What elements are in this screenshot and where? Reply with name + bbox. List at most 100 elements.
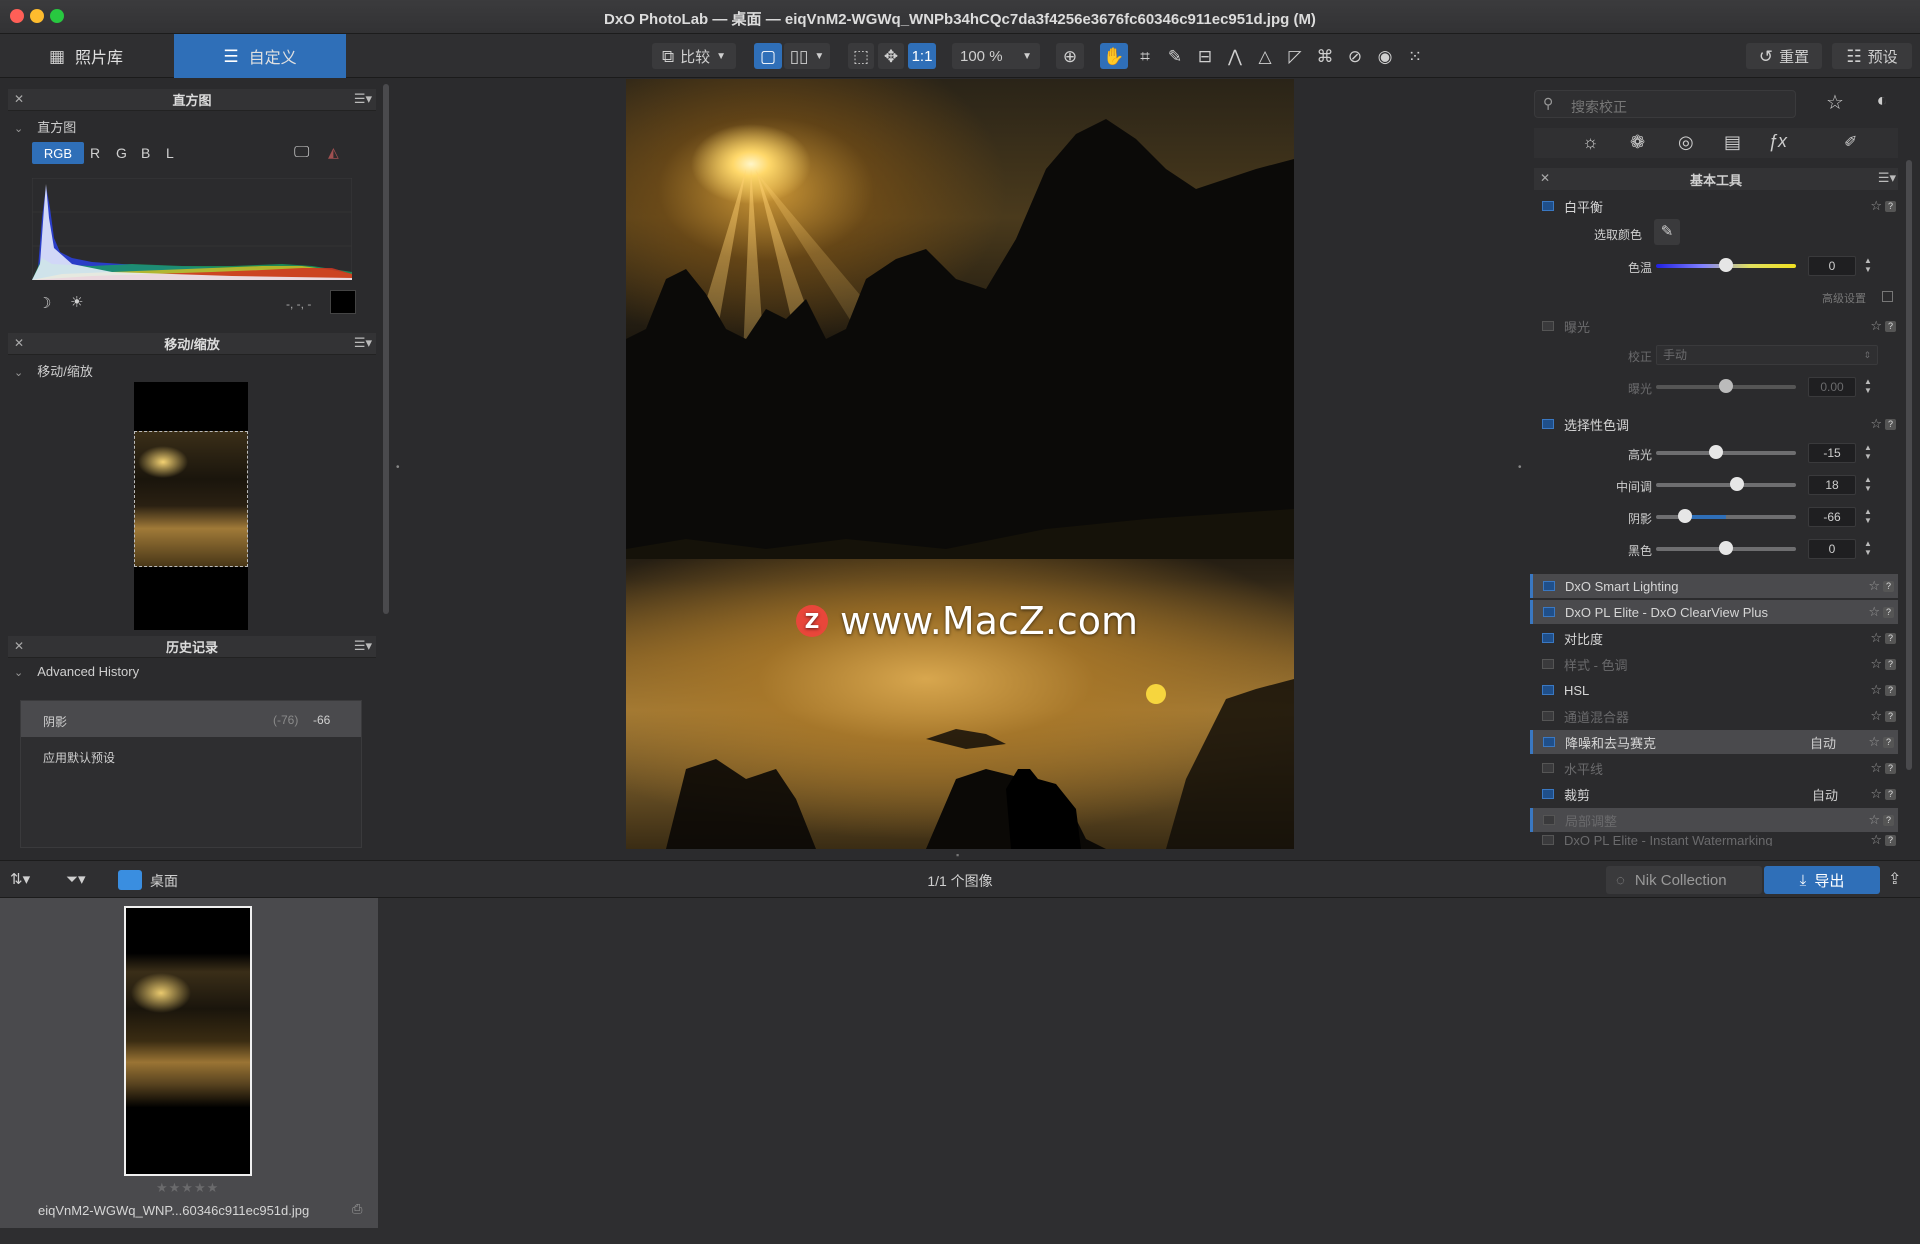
temperature-knob[interactable]: [1719, 258, 1733, 272]
help-icon[interactable]: ?: [1885, 418, 1896, 430]
tool-toggle[interactable]: [1543, 815, 1555, 825]
star-icon[interactable]: ☆: [1868, 604, 1880, 620]
gamut-warning-icon[interactable]: ◭: [328, 144, 339, 161]
close-icon[interactable]: ✕: [14, 92, 24, 106]
navigator-viewport[interactable]: [134, 431, 248, 567]
tool-toggle[interactable]: [1542, 685, 1554, 695]
midtones-knob[interactable]: [1730, 477, 1744, 491]
moon-icon[interactable]: ☽: [38, 294, 51, 312]
zoom-100-button[interactable]: 1:1: [908, 43, 936, 69]
left-panel-scrollbar[interactable]: [383, 84, 389, 614]
stepper-icon[interactable]: ▲ ▼: [1864, 507, 1872, 525]
star-icon[interactable]: ☆: [1870, 786, 1882, 802]
volume-deformation-button[interactable]: △: [1252, 43, 1278, 69]
local-adjust-button[interactable]: ◸: [1282, 43, 1308, 69]
history-subheader[interactable]: ⌄ Advanced History: [14, 664, 139, 679]
zoom-select[interactable]: 100 % ▼: [952, 43, 1040, 69]
tool-item[interactable]: DxO Smart Lighting ☆?: [1530, 574, 1898, 598]
tool-toggle[interactable]: [1542, 711, 1554, 721]
advanced-settings-link[interactable]: 高级设置: [1822, 290, 1866, 306]
channel-b-button[interactable]: B: [141, 145, 150, 161]
tool-toggle[interactable]: [1542, 763, 1554, 773]
help-icon[interactable]: ?: [1885, 200, 1896, 212]
star-icon[interactable]: ☆: [1870, 630, 1882, 646]
channel-l-button[interactable]: L: [166, 145, 174, 161]
tool-toggle[interactable]: [1543, 581, 1555, 591]
nik-collection-button[interactable]: ◌ Nik Collection: [1606, 866, 1762, 894]
eyedropper-button[interactable]: ✎: [1162, 43, 1188, 69]
local-brush-icon[interactable]: ✐: [1844, 132, 1857, 152]
compare-button[interactable]: ⧉ 比较 ▼: [652, 43, 736, 69]
help-icon[interactable]: ?: [1885, 632, 1896, 644]
tool-item[interactable]: 对比度 ☆?: [1532, 626, 1900, 650]
help-icon[interactable]: ?: [1885, 320, 1896, 332]
main-photo[interactable]: Z www.MacZ.com: [626, 79, 1294, 849]
search-field[interactable]: ⚲ 搜索校正: [1534, 90, 1796, 118]
help-icon[interactable]: ?: [1885, 684, 1896, 696]
tool-item[interactable]: 水平线 ☆?: [1532, 756, 1900, 780]
help-icon[interactable]: ?: [1885, 762, 1896, 774]
blacks-value[interactable]: 0: [1808, 539, 1856, 559]
filter-icon[interactable]: ⏷▾: [66, 870, 86, 888]
tool-toggle[interactable]: [1542, 419, 1554, 429]
help-icon[interactable]: ?: [1885, 788, 1896, 800]
temperature-value[interactable]: 0: [1808, 256, 1856, 276]
sun-icon[interactable]: ☀: [70, 293, 83, 311]
help-icon[interactable]: ?: [1885, 658, 1896, 670]
tool-item[interactable]: 样式 - 色调 ☆?: [1532, 652, 1900, 676]
history-item[interactable]: 应用默认预设: [21, 739, 361, 773]
stepper-icon[interactable]: ▲ ▼: [1864, 475, 1872, 493]
channel-r-button[interactable]: R: [90, 145, 100, 161]
left-collapse-handle[interactable]: •: [396, 462, 400, 473]
tool-item[interactable]: 降噪和去马赛克 自动 ☆?: [1530, 730, 1898, 754]
tool-toggle[interactable]: [1542, 659, 1554, 669]
tool-item[interactable]: 局部调整 ☆?: [1530, 808, 1898, 832]
close-icon[interactable]: ✕: [1540, 171, 1550, 185]
tool-toggle[interactable]: [1542, 201, 1554, 211]
channel-g-button[interactable]: G: [116, 145, 127, 161]
exposure-knob[interactable]: [1719, 379, 1733, 393]
single-view-button[interactable]: ▢: [754, 43, 782, 69]
help-icon[interactable]: ?: [1883, 606, 1894, 618]
tool-item[interactable]: DxO PL Elite - Instant Watermarking ☆?: [1532, 834, 1900, 846]
fit-screen-button[interactable]: ⬚: [848, 43, 874, 69]
repair-tool-button[interactable]: ⊘: [1342, 43, 1368, 69]
stepper-icon[interactable]: ▲ ▼: [1864, 443, 1872, 461]
hand-tool-button[interactable]: ✋: [1100, 43, 1128, 69]
sort-icon[interactable]: ⇅▾: [10, 870, 30, 888]
perspective-tool-button[interactable]: ⋀: [1222, 43, 1248, 69]
tool-item[interactable]: DxO PL Elite - DxO ClearView Plus ☆?: [1530, 600, 1898, 624]
help-icon[interactable]: ?: [1885, 834, 1896, 846]
correction-select[interactable]: 手动 ⇕: [1656, 345, 1878, 365]
tool-toggle[interactable]: [1542, 633, 1554, 643]
panel-menu-icon[interactable]: ☰▾: [1878, 170, 1896, 186]
monitor-icon[interactable]: 🖵: [294, 144, 309, 162]
tool-toggle[interactable]: [1542, 789, 1554, 799]
tool-item[interactable]: 裁剪 自动 ☆?: [1532, 782, 1900, 806]
tool-item[interactable]: HSL ☆?: [1532, 678, 1900, 702]
star-icon[interactable]: ☆: [1868, 812, 1880, 828]
tool-toggle[interactable]: [1542, 835, 1554, 845]
panel-menu-icon[interactable]: ☰▾: [354, 335, 372, 351]
panel-menu-icon[interactable]: ☰▾: [354, 638, 372, 654]
bottom-collapse-handle[interactable]: ▪: [956, 850, 959, 860]
light-icon[interactable]: ☼: [1582, 132, 1599, 153]
exposure-value[interactable]: 0.00: [1808, 377, 1856, 397]
toggle-icon[interactable]: ◐: [1866, 90, 1898, 118]
star-icon[interactable]: ☆: [1870, 760, 1882, 776]
tab-customize[interactable]: ☰ 自定义: [174, 34, 346, 78]
tool-item[interactable]: 通道混合器 ☆?: [1532, 704, 1900, 728]
tool-selective-tone[interactable]: 选择性色调 ☆?: [1532, 412, 1900, 436]
right-collapse-handle[interactable]: •: [1518, 462, 1522, 473]
midtones-slider[interactable]: [1656, 483, 1796, 487]
blacks-knob[interactable]: [1719, 541, 1733, 555]
transform-button[interactable]: ⌘: [1312, 43, 1338, 69]
favorites-star-icon[interactable]: ☆: [1820, 90, 1850, 118]
tool-toggle[interactable]: [1543, 607, 1555, 617]
horizon-tool-button[interactable]: ⊟: [1192, 43, 1218, 69]
histogram-subheader[interactable]: ⌄ 直方图: [14, 117, 76, 136]
star-icon[interactable]: ☆: [1868, 734, 1880, 750]
highlights-knob[interactable]: [1709, 445, 1723, 459]
crop-tool-button[interactable]: ⌗: [1132, 43, 1158, 69]
right-panel-scrollbar[interactable]: [1906, 160, 1912, 770]
